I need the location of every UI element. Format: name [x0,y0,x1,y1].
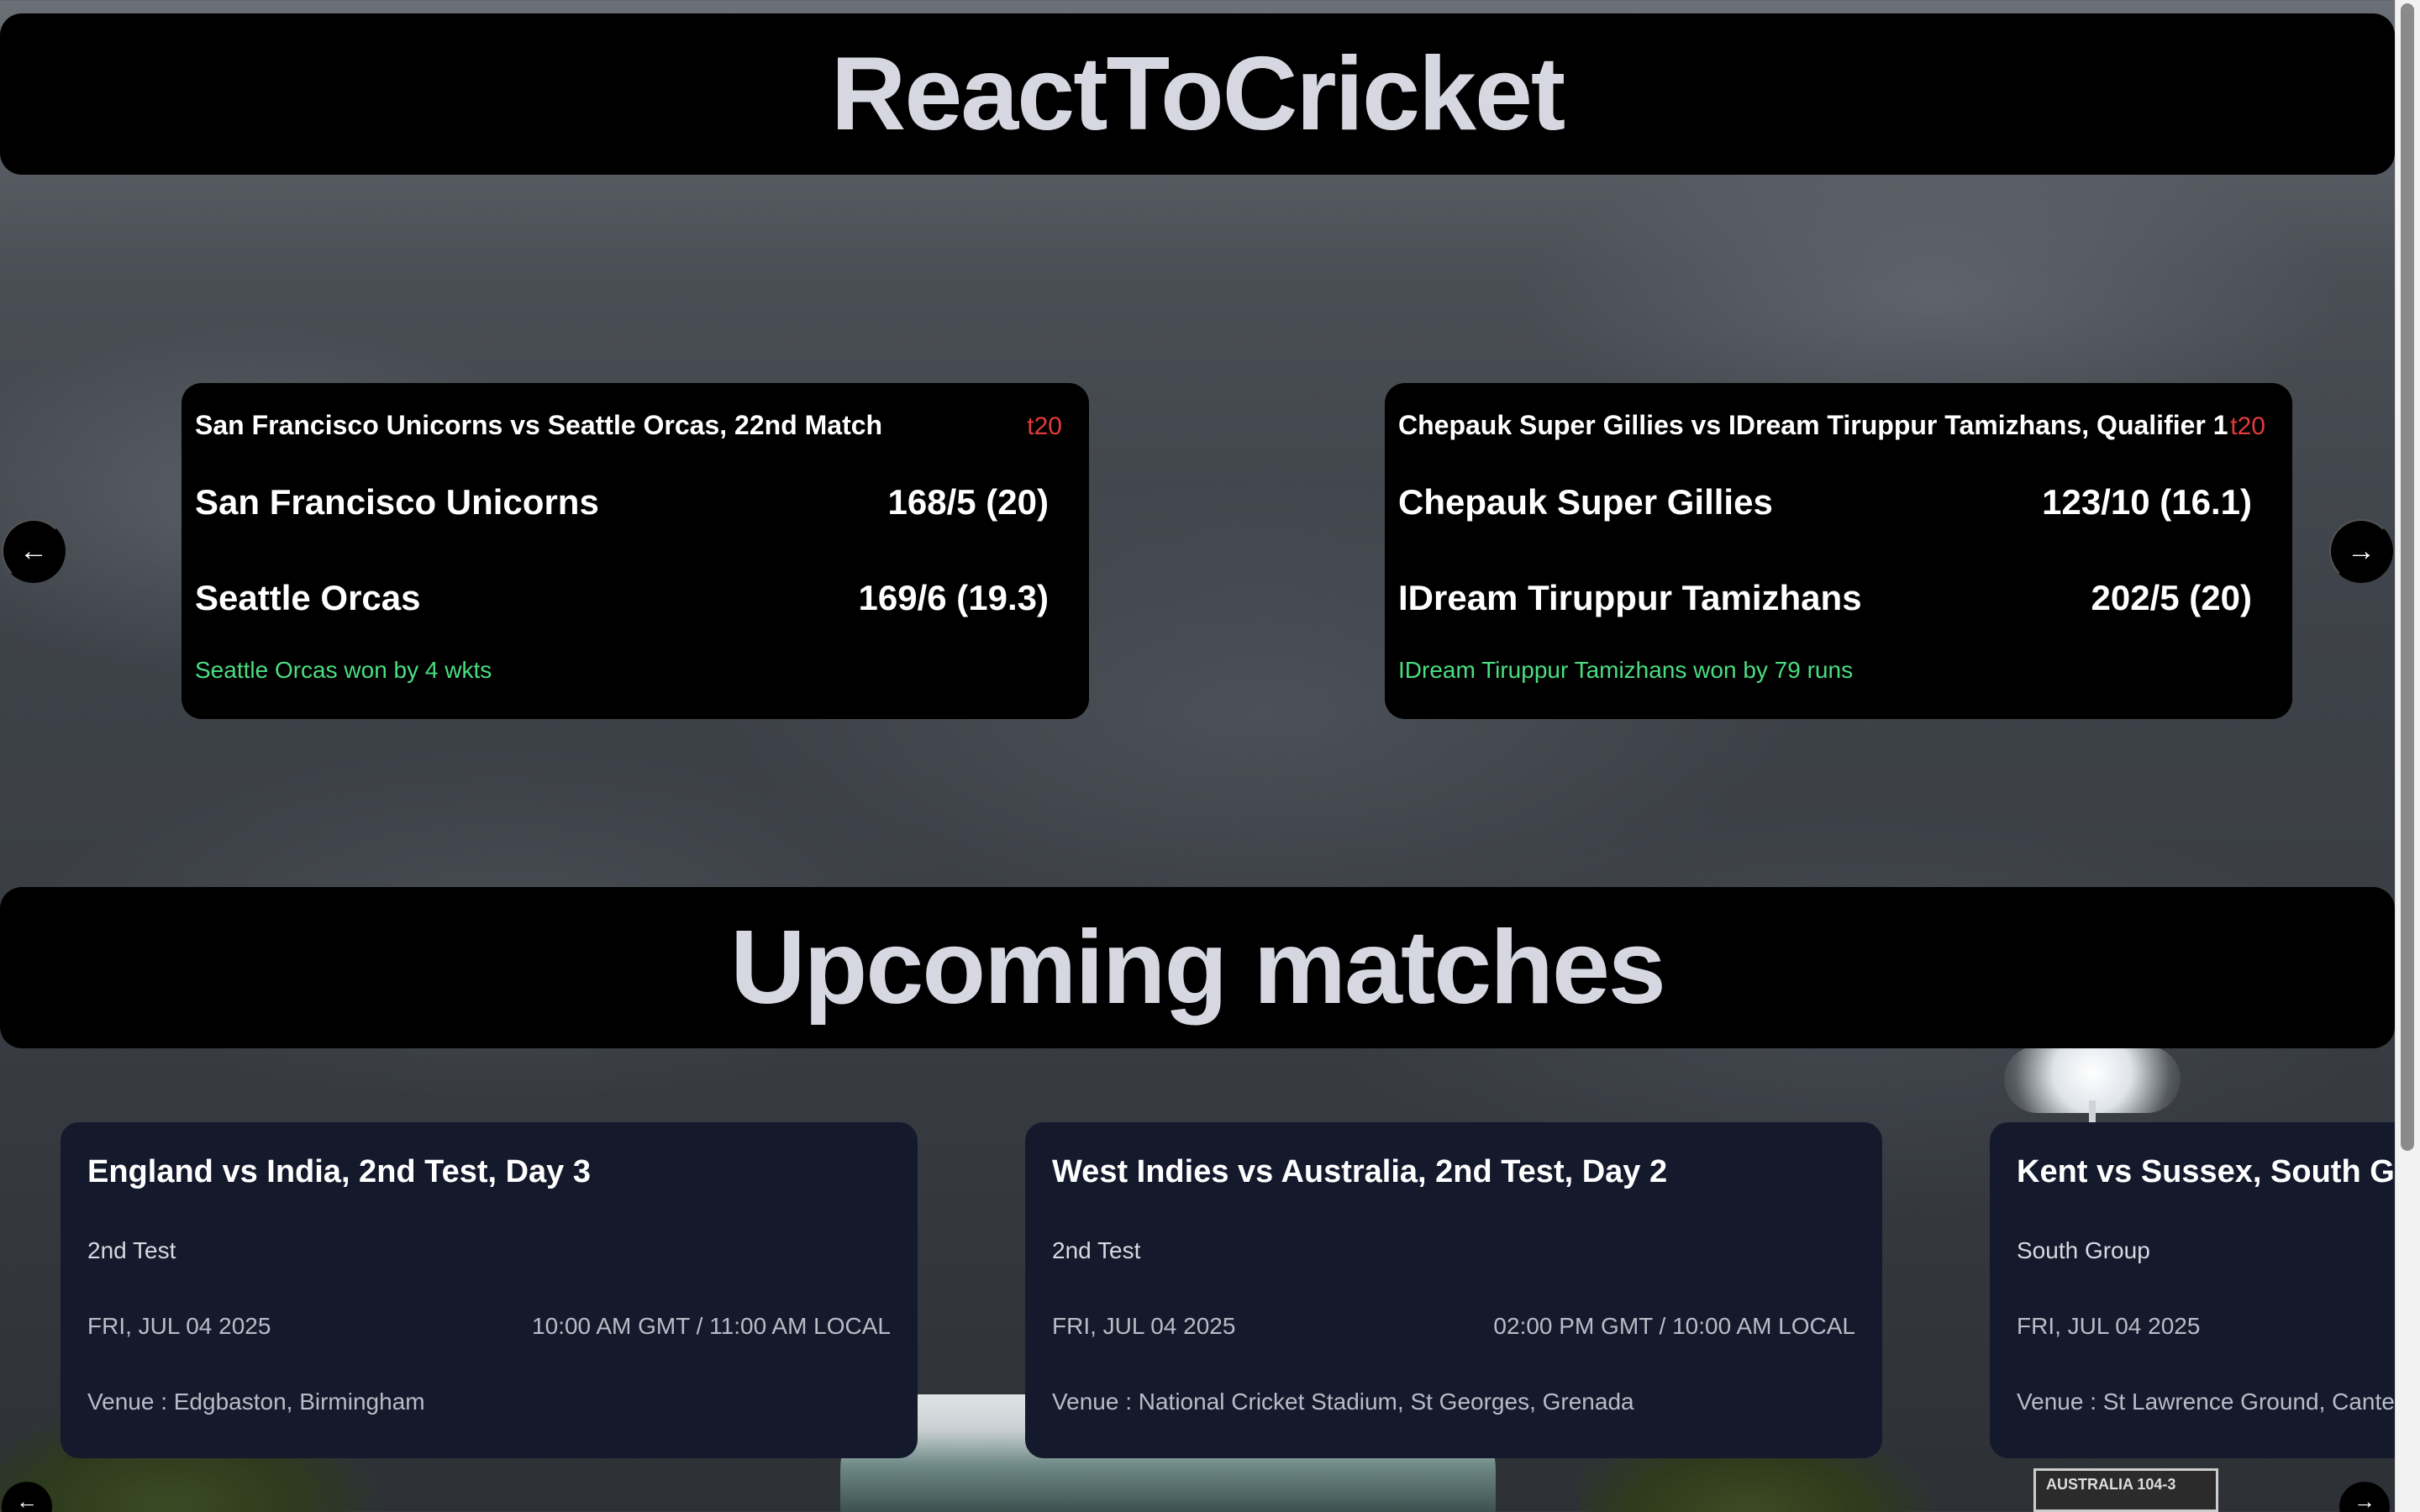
team-score-row: Chepauk Super Gillies 123/10 (16.1) [1398,482,2265,522]
match-result: Seattle Orcas won by 4 wkts [195,657,492,683]
live-match-title: Chepauk Super Gillies vs IDream Tiruppur… [1398,410,2228,440]
arrow-right-icon: → [2354,1488,2375,1512]
app-header: ReactToCricket [0,13,2395,175]
team-score-row: Seattle Orcas 169/6 (19.3) [195,578,1062,618]
arrow-left-icon: ← [19,534,48,567]
live-match-card[interactable]: Chepauk Super Gillies vs IDream Tiruppur… [1385,383,2292,719]
match-date: FRI, JUL 04 2025 [1052,1313,1236,1339]
match-title: England vs India, 2nd Test, Day 3 [87,1154,592,1189]
match-date: FRI, JUL 04 2025 [87,1313,271,1339]
team-score: 123/10 (16.1) [2042,482,2252,522]
match-datetime-row: FRI, JUL 04 2025 10:00 AM GMT / 11:00 AM… [87,1313,891,1340]
arrow-right-icon: → [2347,534,2375,567]
upcoming-match-card[interactable]: West Indies vs Australia, 2nd Test, Day … [1025,1122,1882,1458]
upcoming-next-button[interactable]: → [2339,1482,2390,1512]
match-venue: Venue : National Cricket Stadium, St Geo… [1052,1389,1634,1415]
team-name: IDream Tiruppur Tamizhans [1398,578,1862,617]
match-datetime-row: FRI, JUL 04 2025 02:00 PM GMT / 10:00 AM… [1052,1313,1855,1340]
upcoming-header: Upcoming matches [0,887,2395,1048]
match-description: 2nd Test [1052,1237,1141,1263]
match-description: 2nd Test [87,1237,176,1263]
match-format-badge: t20 [2230,412,2265,440]
match-result: IDream Tiruppur Tamizhans won by 79 runs [1398,657,1854,683]
team-score-row: IDream Tiruppur Tamizhans 202/5 (20) [1398,578,2265,618]
arrow-left-icon: ← [16,1488,38,1512]
live-match-card[interactable]: San Francisco Unicorns vs Seattle Orcas,… [182,383,1089,719]
match-datetime-row: FRI, JUL 04 2025 [2017,1313,2395,1340]
match-venue: Venue : St Lawrence Ground, Cante [2017,1389,2395,1415]
page-scrollbar[interactable] [2395,0,2420,1512]
section-title: Upcoming matches [730,910,1666,1026]
carousel-next-button[interactable]: → [2329,519,2393,583]
match-venue: Venue : Edgbaston, Birmingham [87,1389,425,1415]
team-score: 168/5 (20) [887,482,1049,522]
carousel-prev-button[interactable]: ← [2,519,66,583]
match-title: West Indies vs Australia, 2nd Test, Day … [1052,1154,1668,1189]
match-time: 10:00 AM GMT / 11:00 AM LOCAL [532,1313,891,1339]
team-name: Seattle Orcas [195,578,421,617]
team-name: San Francisco Unicorns [195,482,599,522]
upcoming-match-card[interactable]: England vs India, 2nd Test, Day 3 2nd Te… [60,1122,918,1458]
app-title: ReactToCricket [830,36,1565,152]
scrollbar-thumb[interactable] [2401,3,2414,1151]
live-match-header: Chepauk Super Gillies vs IDream Tiruppur… [1398,410,2265,452]
live-match-title: San Francisco Unicorns vs Seattle Orcas,… [195,410,883,440]
match-date: FRI, JUL 04 2025 [2017,1313,2201,1339]
live-match-header: San Francisco Unicorns vs Seattle Orcas,… [195,410,1062,452]
upcoming-match-card[interactable]: Kent vs Sussex, South Gro South Group FR… [1990,1122,2395,1458]
match-title: Kent vs Sussex, South Gro [2017,1154,2395,1189]
team-name: Chepauk Super Gillies [1398,482,1773,522]
team-score: 202/5 (20) [2091,578,2252,617]
match-description: South Group [2017,1237,2150,1263]
match-format-badge: t20 [1027,412,1062,440]
team-score-row: San Francisco Unicorns 168/5 (20) [195,482,1062,522]
match-time: 02:00 PM GMT / 10:00 AM LOCAL [1493,1313,1855,1339]
team-score: 169/6 (19.3) [858,578,1050,617]
background-scoreboard: AUSTRALIA 104-3 [2033,1468,2218,1512]
